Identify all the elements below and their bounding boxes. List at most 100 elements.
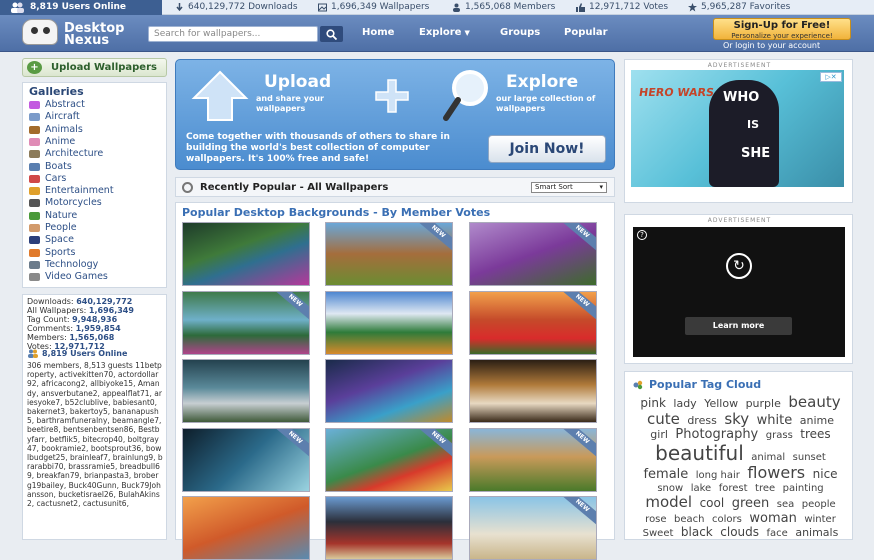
- gallery-item-video-games[interactable]: Video Games: [29, 271, 108, 283]
- tag-link[interactable]: model: [645, 493, 692, 511]
- wallpaper-thumbnail[interactable]: [182, 222, 310, 286]
- stat-value: 640,129,772: [76, 297, 133, 306]
- tag-link[interactable]: woman: [749, 511, 796, 526]
- new-badge: NEW: [555, 428, 596, 461]
- wallpaper-thumbnail[interactable]: [182, 359, 310, 423]
- gear-icon[interactable]: [182, 182, 193, 193]
- ad-image[interactable]: HERO WARS WHO IS SHE ▷✕: [631, 70, 844, 187]
- upload-wallpapers-button[interactable]: + Upload Wallpapers: [22, 58, 167, 77]
- wallpaper-thumbnail[interactable]: NEW: [325, 427, 453, 492]
- gallery-item-anime[interactable]: Anime: [29, 136, 75, 148]
- tag-link[interactable]: face: [767, 528, 788, 539]
- tag-link[interactable]: colors: [712, 514, 742, 525]
- tag-link[interactable]: purple: [746, 397, 781, 410]
- favorites-text: 5,965,287 Favorites: [701, 2, 791, 12]
- tag-link[interactable]: anime: [800, 414, 834, 427]
- tag-link[interactable]: black: [681, 525, 713, 539]
- tag-link[interactable]: Photography: [675, 427, 758, 442]
- tag-link[interactable]: cool: [700, 496, 725, 510]
- tag-link[interactable]: Sweet: [643, 528, 674, 539]
- ad-video[interactable]: ? ↻ Learn more: [633, 227, 845, 357]
- gallery-icon: [29, 236, 40, 245]
- signup-button[interactable]: Sign-Up for Free! Personalize your exper…: [713, 18, 851, 40]
- wallpaper-thumbnail[interactable]: [469, 359, 597, 423]
- tag-link[interactable]: people: [802, 499, 836, 510]
- tag-link[interactable]: winter: [804, 514, 835, 525]
- search-input[interactable]: Search for wallpapers...: [148, 26, 318, 42]
- tag-link[interactable]: forest: [719, 483, 748, 494]
- gallery-item-cars[interactable]: Cars: [29, 173, 66, 185]
- users-online-badge[interactable]: 8,819 Users Online: [0, 0, 162, 15]
- tag-link[interactable]: tree: [755, 483, 775, 494]
- tag-link[interactable]: lake: [691, 483, 712, 494]
- gallery-icon: [29, 101, 40, 109]
- wallpaper-thumbnail[interactable]: [325, 290, 453, 355]
- tag-link[interactable]: rose: [645, 514, 666, 525]
- gallery-item-sports[interactable]: Sports: [29, 247, 75, 259]
- nav-popular[interactable]: Popular: [564, 27, 608, 38]
- gallery-label: Aircraft: [45, 111, 80, 123]
- tag-link[interactable]: beauty: [788, 393, 840, 411]
- gallery-item-boats[interactable]: Boats: [29, 161, 72, 173]
- replay-icon[interactable]: ↻: [726, 253, 752, 279]
- tag-link[interactable]: beautiful: [655, 441, 744, 465]
- wallpaper-thumbnail[interactable]: NEW: [182, 427, 310, 492]
- tag-link[interactable]: flowers: [747, 463, 805, 482]
- gallery-item-aircraft[interactable]: Aircraft: [29, 111, 80, 123]
- wallpaper-thumbnail[interactable]: NEW: [182, 290, 310, 355]
- tag-link[interactable]: grass: [766, 430, 793, 441]
- wallpaper-thumbnail[interactable]: [325, 359, 453, 423]
- advertisement-1[interactable]: ADVERTISEMENT HERO WARS WHO IS SHE ▷✕: [624, 59, 853, 203]
- tag-link[interactable]: dress: [687, 414, 717, 427]
- gallery-item-nature[interactable]: Nature: [29, 210, 77, 222]
- tag-link[interactable]: Yellow: [704, 397, 738, 410]
- image-icon: [318, 3, 327, 12]
- gallery-item-space[interactable]: Space: [29, 234, 74, 246]
- gallery-item-architecture[interactable]: Architecture: [29, 148, 103, 160]
- nav-explore[interactable]: Explore ▼: [419, 27, 470, 38]
- wallpaper-thumbnail[interactable]: [182, 496, 310, 560]
- gallery-item-motorcycles[interactable]: Motorcycles: [29, 197, 102, 209]
- login-link[interactable]: Or login to your account: [723, 41, 820, 50]
- search-button[interactable]: [320, 26, 343, 42]
- gallery-item-people[interactable]: People: [29, 222, 77, 234]
- sort-select[interactable]: Smart Sort ▾: [531, 182, 607, 193]
- tag-link[interactable]: lady: [673, 397, 696, 410]
- gallery-item-entertainment[interactable]: Entertainment: [29, 185, 114, 197]
- tag-link[interactable]: trees: [800, 427, 830, 441]
- stat-label: Tag Count:: [27, 315, 70, 324]
- nav-home[interactable]: Home: [362, 27, 394, 38]
- tag-link[interactable]: animals: [795, 526, 838, 539]
- gallery-item-animals[interactable]: Animals: [29, 124, 83, 136]
- site-logo[interactable]: Desktop Nexus: [22, 19, 137, 49]
- tag-link[interactable]: sky: [724, 410, 749, 428]
- wallpaper-thumbnail[interactable]: NEW: [469, 290, 597, 355]
- tag-link[interactable]: white: [757, 413, 793, 428]
- tag-link[interactable]: female: [643, 467, 688, 482]
- tag-link[interactable]: beach: [674, 514, 704, 525]
- tag-link[interactable]: clouds: [720, 525, 759, 539]
- gallery-item-technology[interactable]: Technology: [29, 259, 98, 271]
- tag-link[interactable]: long hair: [696, 470, 740, 481]
- wallpaper-thumbnail[interactable]: [325, 496, 453, 560]
- learn-more-button[interactable]: Learn more: [685, 317, 792, 335]
- advertisement-2[interactable]: ADVERTISEMENT ? ↻ Learn more: [624, 214, 853, 364]
- nav-groups[interactable]: Groups: [500, 27, 540, 38]
- join-now-button[interactable]: Join Now!: [488, 135, 606, 163]
- wallpaper-thumbnail[interactable]: NEW: [469, 496, 597, 560]
- wallpaper-thumbnail[interactable]: NEW: [469, 222, 597, 286]
- tag-link[interactable]: painting: [783, 483, 824, 494]
- wallpaper-thumbnail[interactable]: NEW: [325, 222, 453, 286]
- tag-link[interactable]: sunset: [793, 452, 826, 463]
- tag-link[interactable]: girl: [650, 428, 668, 441]
- info-icon[interactable]: ?: [637, 230, 647, 240]
- tag-link[interactable]: animal: [751, 452, 785, 463]
- tag-link[interactable]: green: [732, 496, 770, 511]
- ad-close-icon[interactable]: ▷✕: [820, 72, 842, 82]
- tag-link[interactable]: cute: [647, 410, 680, 428]
- tag-link[interactable]: pink: [640, 396, 666, 410]
- wallpaper-thumbnail[interactable]: NEW: [469, 427, 597, 492]
- gallery-item-abstract[interactable]: Abstract: [29, 99, 85, 111]
- tag-link[interactable]: sea: [777, 499, 795, 510]
- tag-link[interactable]: nice: [813, 467, 838, 481]
